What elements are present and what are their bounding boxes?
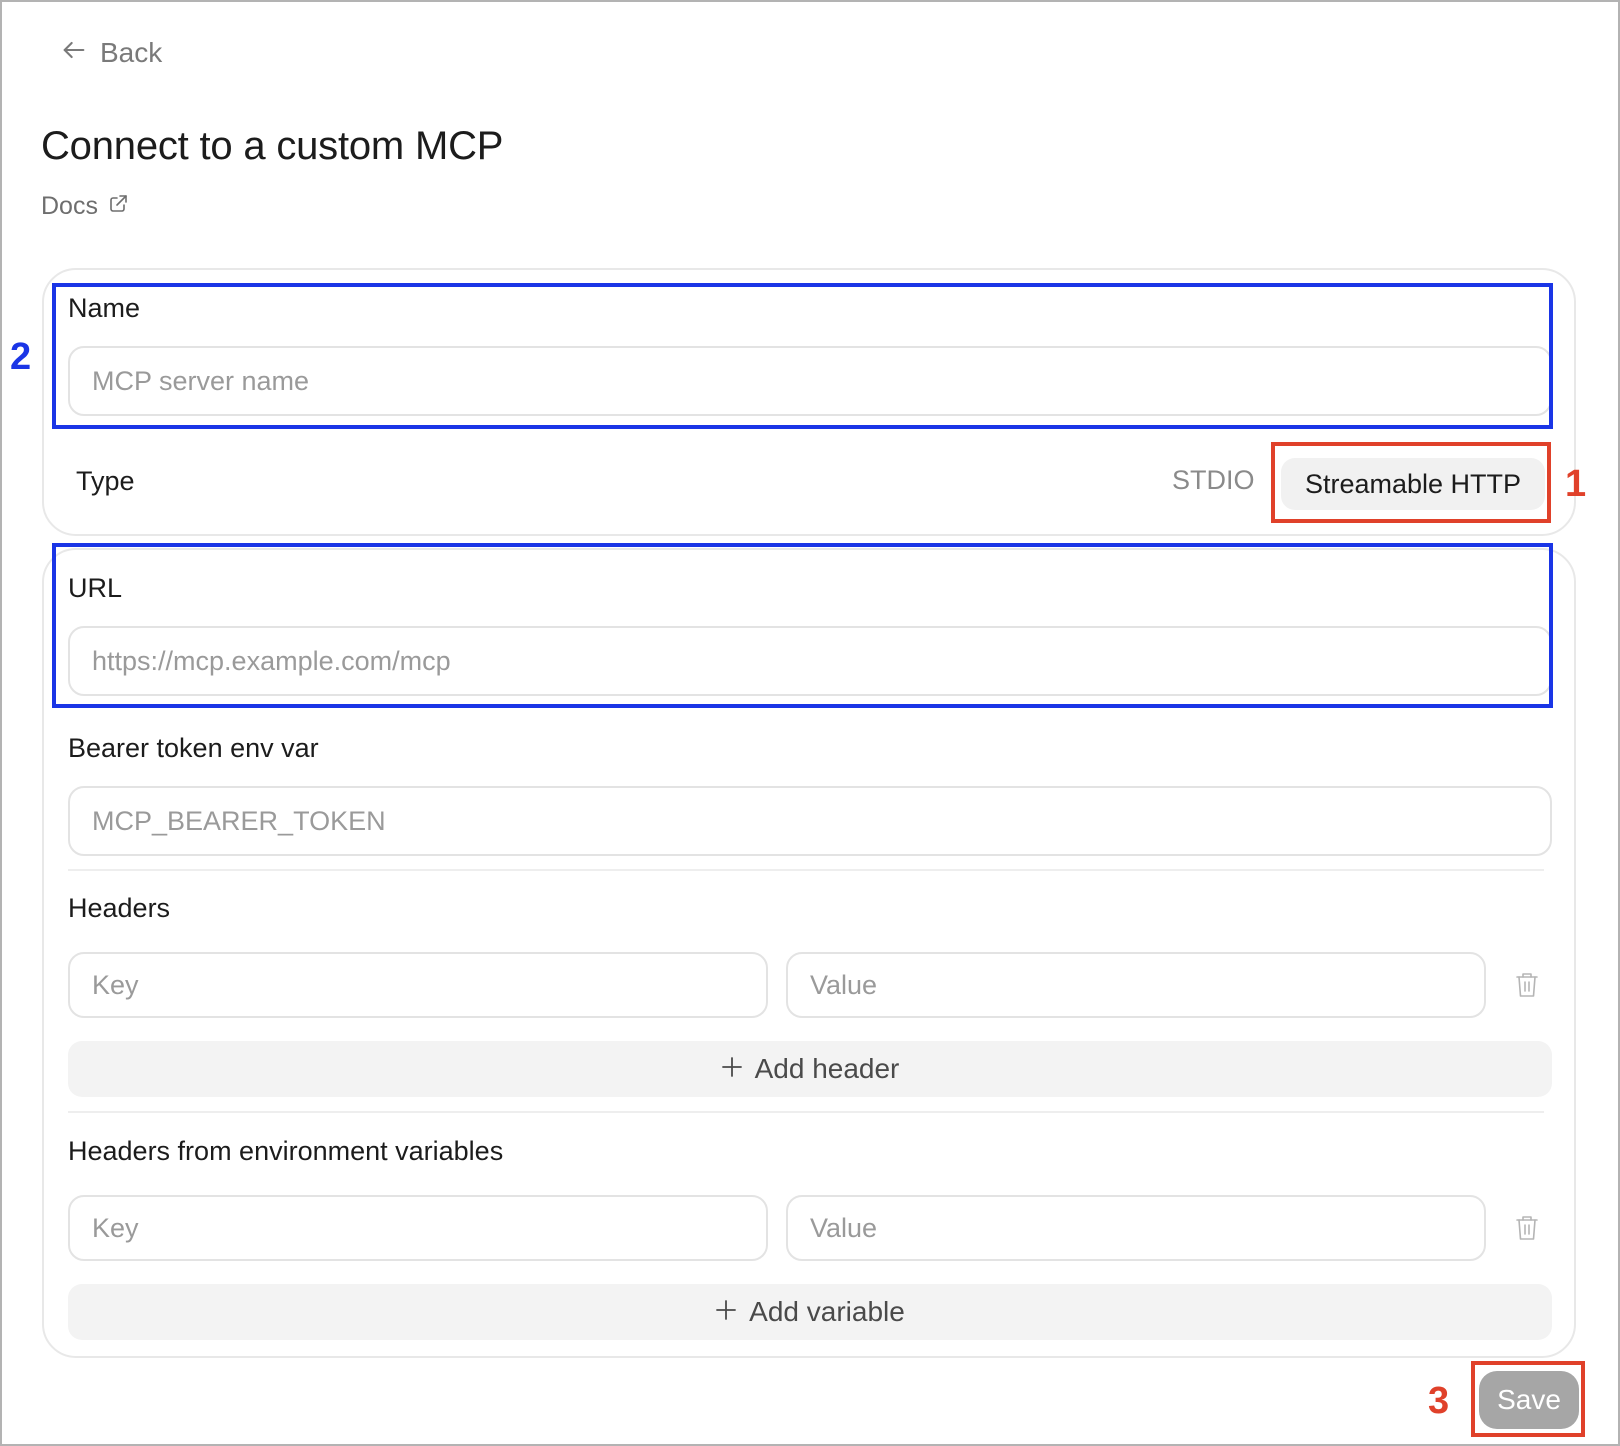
trash-icon[interactable] (1515, 972, 1539, 998)
external-link-icon (108, 192, 128, 221)
arrow-left-icon (60, 36, 88, 71)
page-title: Connect to a custom MCP (41, 124, 504, 168)
add-variable-label: Add variable (749, 1296, 905, 1327)
type-option-stdio[interactable]: STDIO (1172, 465, 1255, 496)
plus-icon (715, 1296, 737, 1328)
header-value-placeholder: Value (810, 969, 878, 1000)
env-header-value-input[interactable]: Value (786, 1195, 1486, 1261)
divider (68, 1111, 1544, 1113)
annotation-number-2: 2 (10, 336, 32, 378)
env-header-value-placeholder: Value (810, 1212, 878, 1243)
bearer-token-input[interactable]: MCP_BEARER_TOKEN (68, 786, 1552, 856)
add-variable-button[interactable]: Add variable (68, 1284, 1552, 1340)
back-label: Back (100, 37, 163, 68)
headers-label: Headers (68, 893, 171, 923)
trash-icon[interactable] (1515, 1215, 1539, 1241)
annotation-box-name (52, 283, 1553, 429)
annotation-number-1: 1 (1565, 463, 1587, 505)
header-value-input[interactable]: Value (786, 952, 1486, 1018)
divider (68, 869, 1544, 871)
env-header-key-input[interactable]: Key (68, 1195, 768, 1261)
env-header-key-placeholder: Key (92, 1212, 139, 1243)
bearer-token-label: Bearer token env var (68, 733, 319, 763)
add-header-label: Add header (754, 1053, 900, 1084)
bearer-token-placeholder: MCP_BEARER_TOKEN (92, 805, 386, 836)
header-key-placeholder: Key (92, 969, 139, 1000)
env-headers-label: Headers from environment variables (68, 1136, 504, 1166)
docs-link[interactable]: Docs (41, 192, 128, 221)
annotation-number-3: 3 (1428, 1380, 1450, 1422)
annotation-box-type (1271, 442, 1551, 523)
annotation-box-url (52, 543, 1553, 708)
annotation-box-save (1471, 1361, 1585, 1437)
header-key-input[interactable]: Key (68, 952, 768, 1018)
plus-icon (721, 1053, 743, 1085)
type-label: Type (76, 466, 135, 496)
back-link[interactable]: Back (60, 36, 162, 70)
docs-label: Docs (41, 192, 98, 220)
add-header-button[interactable]: Add header (68, 1041, 1552, 1097)
